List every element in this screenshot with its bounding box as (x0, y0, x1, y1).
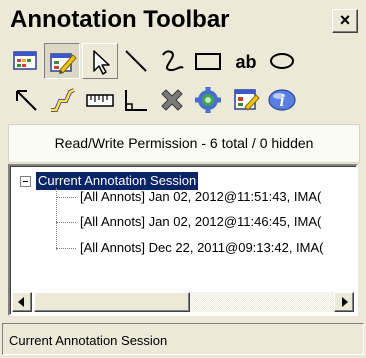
delete-icon (161, 89, 183, 111)
annotation-tree[interactable]: Current Annotation Session [All Annots] … (8, 164, 358, 316)
svg-text:ab: ab (235, 52, 256, 72)
polyline-icon (51, 88, 75, 112)
annotation-toolbar-window: Annotation Toolbar × ab i Read/Write Per… (0, 0, 366, 358)
text-icon: ab (235, 52, 256, 72)
line-icon (125, 50, 147, 72)
annotation-list-tool[interactable] (8, 43, 44, 79)
properties-tool[interactable] (228, 82, 264, 118)
tree-child-item[interactable]: [All Annots] Jan 02, 2012@11:51:43, IMA( (80, 189, 321, 205)
delete-tool[interactable] (154, 82, 190, 118)
permission-summary: Read/Write Permission - 6 total / 0 hidd… (54, 135, 314, 151)
select-tool[interactable] (82, 43, 118, 79)
tree-child-item[interactable]: [All Annots] Dec 22, 2011@09:13:42, IMA( (80, 240, 323, 256)
angle-icon (125, 90, 147, 111)
svg-text:i: i (280, 91, 285, 110)
scroll-right-button[interactable] (334, 292, 354, 312)
ruler-icon (86, 94, 114, 107)
ellipse-icon (270, 53, 294, 69)
window-title: Annotation Toolbar (10, 6, 230, 33)
text-tool[interactable]: ab (228, 43, 264, 79)
arrow-right-icon (342, 297, 348, 307)
permission-panel: Read/Write Permission - 6 total / 0 hidd… (8, 124, 360, 163)
scroll-left-button[interactable] (12, 292, 32, 312)
line-tool[interactable] (118, 43, 154, 79)
select-arrow-icon (93, 50, 110, 75)
collapse-toggle[interactable] (20, 176, 31, 187)
annotation-list-icon (13, 51, 37, 70)
edit-annotation-icon (50, 53, 77, 74)
tree-connector (56, 222, 76, 223)
ellipse-tool[interactable] (264, 43, 300, 79)
tree-connector (56, 248, 76, 249)
freehand-tool[interactable] (154, 43, 190, 79)
close-button[interactable]: × (332, 9, 358, 33)
polyline-tool[interactable] (44, 82, 80, 118)
edit-annotation-tool[interactable] (44, 43, 80, 79)
settings-tool[interactable] (190, 82, 226, 118)
scroll-thumb[interactable] (34, 292, 190, 312)
horizontal-scrollbar[interactable] (12, 292, 354, 312)
rectangle-icon (195, 53, 221, 70)
status-text: Current Annotation Session (9, 333, 168, 348)
help-tool[interactable]: i (264, 82, 300, 118)
close-icon: × (339, 10, 351, 30)
properties-icon (234, 89, 260, 111)
title-bar[interactable]: Annotation Toolbar × (0, 0, 366, 40)
arrow-left-icon (18, 297, 24, 307)
settings-icon (195, 87, 221, 113)
help-icon: i (268, 89, 296, 111)
ruler-tool[interactable] (82, 82, 118, 118)
status-bar: Current Annotation Session (2, 323, 364, 355)
tree-child-item[interactable]: [All Annots] Jan 02, 2012@11:46:45, IMA( (80, 214, 321, 230)
arrow-icon (16, 90, 37, 111)
angle-tool[interactable] (118, 82, 154, 118)
scroll-track[interactable] (190, 292, 334, 312)
arrow-tool[interactable] (8, 82, 44, 118)
freehand-icon (162, 50, 184, 72)
tree-root-item[interactable]: Current Annotation Session (34, 171, 200, 191)
tree-connector (56, 197, 76, 198)
rectangle-tool[interactable] (190, 43, 226, 79)
